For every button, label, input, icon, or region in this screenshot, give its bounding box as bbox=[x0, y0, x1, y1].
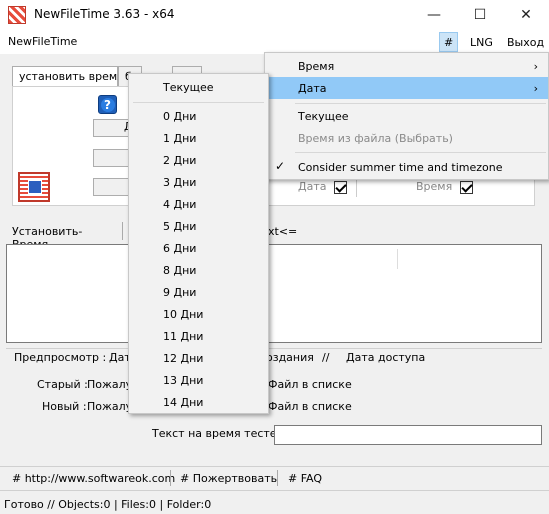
time-field[interactable] bbox=[93, 149, 133, 167]
access-label: Дата доступа bbox=[346, 351, 426, 364]
checkmark-icon: ✓ bbox=[275, 159, 286, 173]
menu-separator bbox=[295, 152, 546, 153]
date-submenu-item[interactable]: 5 Дни bbox=[129, 215, 268, 237]
minimize-button[interactable]: — bbox=[411, 0, 457, 30]
date-checkbox[interactable] bbox=[333, 180, 347, 194]
hash-menu-button[interactable]: # bbox=[439, 32, 459, 52]
menu-item-date-label: Дата bbox=[298, 81, 327, 95]
date-submenu-item[interactable]: 9 Дни bbox=[129, 281, 268, 303]
tester-label: Текст на время тестер bbox=[152, 427, 284, 440]
menu-item-summer-time-label: Consider summer time and timezone bbox=[298, 160, 503, 174]
preview-heading: Предпросмотр : bbox=[14, 351, 107, 364]
website-link[interactable]: # http://www.softwareok.com bbox=[12, 472, 175, 485]
date-submenu-item[interactable]: 4 Дни bbox=[129, 193, 268, 215]
title-bar: NewFileTime 3.63 - x64 — ☐ ✕ bbox=[0, 0, 549, 30]
chevron-right-icon: › bbox=[533, 81, 538, 95]
date-submenu-item[interactable]: 2 Дни bbox=[129, 149, 268, 171]
maximize-button[interactable]: ☐ bbox=[457, 0, 503, 30]
help-icon[interactable]: ? bbox=[98, 95, 117, 114]
language-button[interactable]: LNG bbox=[466, 32, 497, 52]
main-menu: Время › Дата › Текущее Время из файла (В… bbox=[264, 52, 549, 180]
divider bbox=[277, 470, 278, 486]
divider bbox=[170, 470, 171, 486]
divider bbox=[356, 179, 357, 197]
menu-separator bbox=[295, 103, 546, 104]
date-option[interactable]: Дата bbox=[298, 180, 347, 194]
tester-input[interactable] bbox=[274, 425, 542, 445]
donate-link[interactable]: # Пожертвовать bbox=[180, 472, 277, 485]
app-icon bbox=[8, 6, 26, 24]
date-submenu-item[interactable]: 8 Дни bbox=[129, 259, 268, 281]
date-submenu-item[interactable]: 14 Дни bbox=[129, 391, 268, 413]
date-submenu-item[interactable]: 0 Дни bbox=[129, 105, 268, 127]
date-submenu-item[interactable]: 3 Дни bbox=[129, 171, 268, 193]
divider bbox=[0, 466, 549, 467]
created-label: оздания bbox=[266, 351, 314, 364]
menu-item-time-label: Время bbox=[298, 59, 335, 73]
separator-text: // bbox=[322, 351, 330, 364]
menu-item-date[interactable]: Дата › bbox=[265, 77, 548, 99]
date-submenu: Текущее 0 Дни 1 Дни 2 Дни 3 Дни 4 Дни 5 … bbox=[128, 73, 269, 414]
menu-item-time[interactable]: Время › bbox=[265, 55, 548, 77]
exit-button[interactable]: Выход bbox=[503, 32, 548, 52]
date-submenu-item[interactable]: 1 Дни bbox=[129, 127, 268, 149]
divider bbox=[122, 222, 123, 240]
calendar-icon bbox=[18, 172, 50, 202]
faq-link[interactable]: # FAQ bbox=[288, 472, 322, 485]
extra-field[interactable] bbox=[93, 178, 133, 196]
file-in-list-old: Файл в списке bbox=[268, 378, 352, 391]
menu-separator bbox=[133, 102, 264, 103]
menu-item-current[interactable]: Текущее bbox=[265, 105, 548, 127]
menu-item-time-from-file: Время из файла (Выбрать) bbox=[298, 131, 453, 145]
time-option[interactable]: Время bbox=[416, 180, 473, 194]
date-submenu-item[interactable]: 12 Дни bbox=[129, 347, 268, 369]
app-label: NewFileTime bbox=[8, 35, 78, 48]
status-bar: Готово // Objects:0 | Files:0 | Folder:0 bbox=[0, 494, 549, 514]
text-fragment: xt<= bbox=[268, 225, 298, 238]
date-label: Дата bbox=[298, 180, 327, 193]
menu-bar: NewFileTime # LNG Выход bbox=[0, 30, 549, 54]
status-text: Готово // Objects:0 | Files:0 | Folder:0 bbox=[4, 498, 212, 511]
date-submenu-item[interactable]: 10 Дни bbox=[129, 303, 268, 325]
chevron-right-icon: › bbox=[533, 59, 538, 73]
time-label: Время bbox=[416, 180, 453, 193]
date-submenu-item[interactable]: 13 Дни bbox=[129, 369, 268, 391]
file-in-list-new: Файл в списке bbox=[268, 400, 352, 413]
date-submenu-item[interactable]: 6 Дни bbox=[129, 237, 268, 259]
old-label: Старый : bbox=[37, 378, 88, 391]
column-divider bbox=[397, 249, 398, 269]
set-time-button[interactable]: Установить-Время bbox=[6, 222, 119, 251]
date-submenu-item[interactable]: 11 Дни bbox=[129, 325, 268, 347]
menu-item-summer-time[interactable]: ✓ Consider summer time and timezone bbox=[265, 156, 548, 178]
close-button[interactable]: ✕ bbox=[503, 0, 549, 30]
divider bbox=[0, 490, 549, 491]
file-list[interactable] bbox=[6, 244, 542, 343]
tab-set-time[interactable]: установить время bbox=[12, 66, 124, 86]
date-field[interactable]: Д bbox=[93, 119, 133, 137]
date-submenu-item[interactable]: Текущее bbox=[129, 76, 268, 98]
new-label: Новый : bbox=[42, 400, 87, 413]
time-checkbox[interactable] bbox=[459, 180, 473, 194]
window-title: NewFileTime 3.63 - x64 bbox=[34, 7, 175, 21]
